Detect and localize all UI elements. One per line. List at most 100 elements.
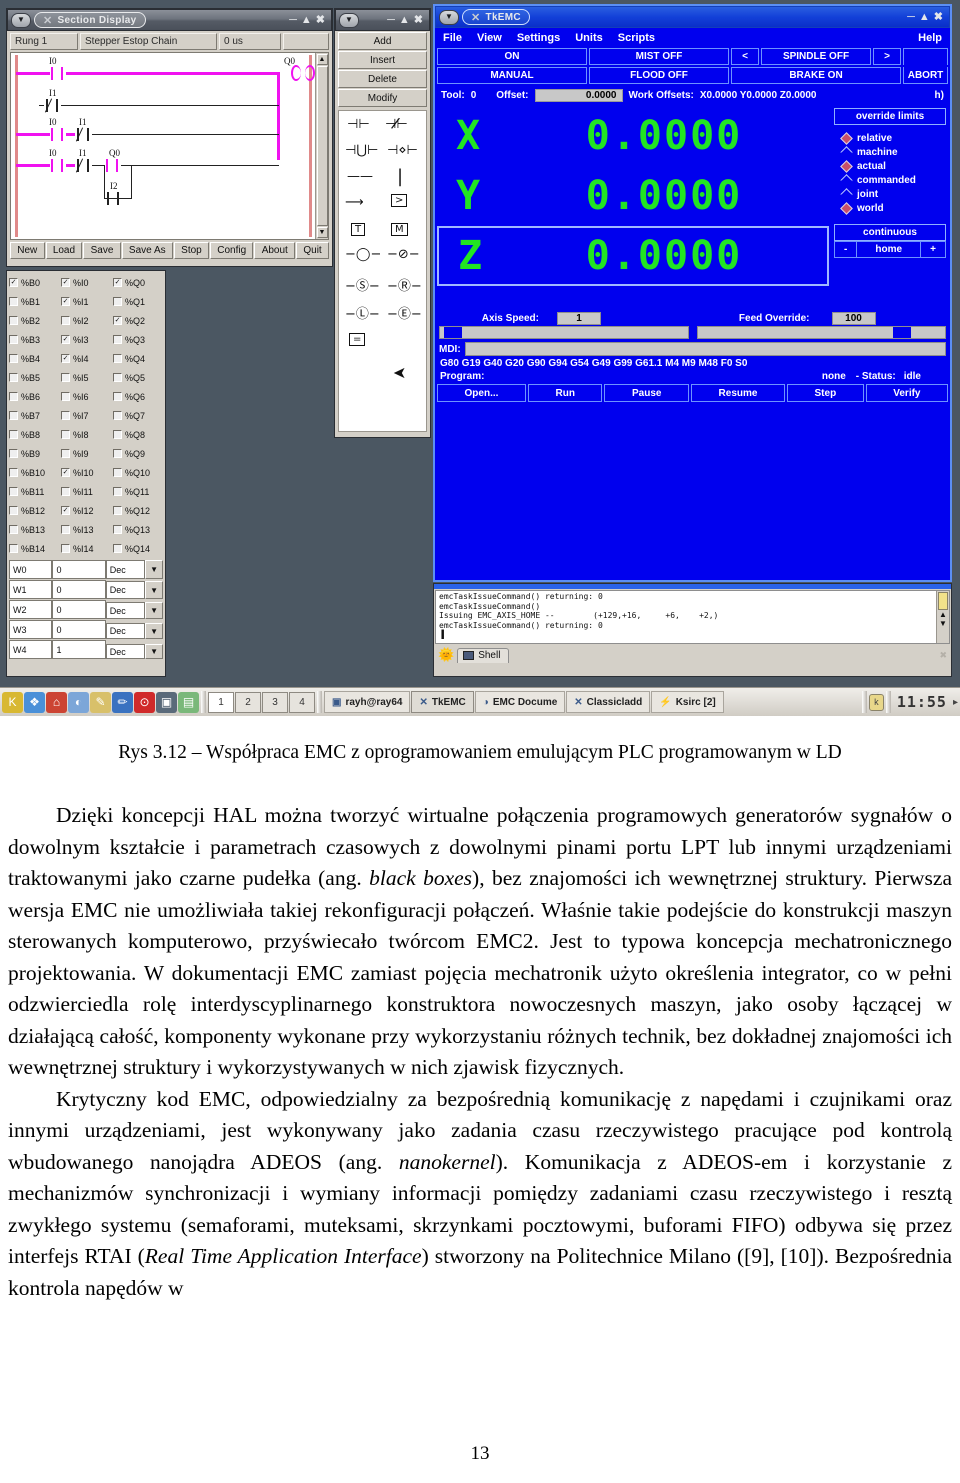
menu-file[interactable]: File (443, 32, 462, 44)
variable-bit-b[interactable]: %B14 (9, 544, 59, 554)
close-icon[interactable]: ✖ (934, 11, 943, 23)
pointer-tool-icon[interactable]: ➤ (393, 363, 406, 382)
offset-value[interactable]: 0.0000 (534, 89, 623, 102)
new-button[interactable]: New (10, 242, 45, 259)
jog-plus-button[interactable]: + (921, 241, 946, 258)
word-value[interactable]: 0 (52, 580, 106, 599)
ladder-canvas[interactable]: I0 Q0 I1 I0 I1 I0 I1 Q0 I2 (11, 53, 315, 239)
checkbox-checked-icon[interactable]: ✓ (61, 506, 70, 515)
taskbar-window-button[interactable]: ◑ EMC Docume (474, 691, 566, 713)
palette-titlebar[interactable]: ▼ ─ ▲ ✖ (335, 9, 430, 31)
coil-negated-icon[interactable]: −⊘− (387, 247, 420, 262)
mist-button[interactable]: MIST OFF (589, 48, 729, 65)
checkbox-icon[interactable] (9, 525, 18, 534)
dro-axis-z[interactable]: Z 0.0000 (437, 226, 829, 286)
taskbar-window-button[interactable]: ✕ Classicladd (566, 691, 651, 713)
checkbox-icon[interactable] (113, 468, 122, 477)
variable-bit-q[interactable]: %Q1 (113, 297, 163, 307)
variable-bit-b[interactable]: ✓ %B0 (9, 278, 59, 288)
checkbox-icon[interactable] (113, 430, 122, 439)
variable-bit-q[interactable]: %Q12 (113, 506, 163, 516)
variable-bit-q[interactable]: %Q13 (113, 525, 163, 535)
abort-button-top[interactable] (903, 48, 948, 65)
close-tab-icon[interactable]: ✖ (939, 650, 947, 661)
scroll-thumb[interactable] (938, 592, 948, 610)
radio-relative[interactable]: relative (840, 132, 946, 145)
checkbox-checked-icon[interactable]: ✓ (113, 278, 122, 287)
checkbox-checked-icon[interactable]: ✓ (61, 278, 70, 287)
checkbox-icon[interactable] (61, 449, 70, 458)
run-button[interactable]: Run (527, 384, 603, 402)
step-button[interactable]: Step (786, 384, 864, 402)
tkemc-titlebar[interactable]: ▼ ✕ TkEMC ─ ▲ ✖ (435, 6, 950, 28)
checkbox-icon[interactable] (113, 392, 122, 401)
variable-bit-i[interactable]: ✓ %I12 (61, 506, 111, 516)
variable-bit-q[interactable]: %Q5 (113, 373, 163, 383)
timer-block-icon[interactable]: T (351, 223, 366, 236)
terminal-titlebar[interactable] (434, 584, 951, 589)
checkbox-icon[interactable] (9, 335, 18, 344)
variable-bit-b[interactable]: %B1 (9, 297, 59, 307)
variable-bit-i[interactable]: %I5 (61, 373, 111, 383)
radio-icon[interactable] (840, 188, 853, 201)
contact-nc[interactable] (74, 127, 92, 142)
contact-no[interactable] (48, 67, 66, 80)
chevron-down-icon[interactable]: ▼ (145, 560, 163, 579)
taskbar-window-button[interactable]: ▣ rayh@ray64 (324, 691, 411, 713)
variable-bit-q[interactable]: %Q6 (113, 392, 163, 402)
word-value[interactable]: 0 (52, 620, 106, 639)
checkbox-icon[interactable] (9, 487, 18, 496)
checkbox-checked-icon[interactable]: ✓ (9, 278, 18, 287)
checkbox-icon[interactable] (61, 392, 70, 401)
axis-speed-value[interactable]: 1 (557, 312, 601, 325)
checkbox-icon[interactable] (113, 449, 122, 458)
show-desktop-icon[interactable]: ❖ (24, 691, 45, 713)
checkbox-icon[interactable] (9, 392, 18, 401)
variable-bit-i[interactable]: ✓ %I3 (61, 335, 111, 345)
about-button[interactable]: About (254, 242, 296, 259)
maximize-icon[interactable]: ▲ (399, 14, 410, 26)
variable-bit-b[interactable]: %B2 (9, 316, 59, 326)
scroll-up-icon[interactable]: ▲ (316, 54, 328, 65)
new-tab-icon[interactable]: 🌞 (438, 647, 454, 663)
desktop-2-button[interactable]: 2 (235, 691, 261, 713)
variable-bit-q[interactable]: %Q10 (113, 468, 163, 478)
open-button[interactable]: Open... (437, 384, 526, 402)
delete-button[interactable]: Delete (338, 70, 427, 88)
add-button[interactable]: Add (338, 32, 427, 50)
minimize-icon[interactable]: ─ (387, 14, 395, 26)
taskbar-window-button[interactable]: ✕ TkEMC (411, 691, 474, 713)
jog-home-button[interactable]: home (856, 241, 922, 258)
variable-bit-q[interactable]: %Q9 (113, 449, 163, 459)
variable-bit-i[interactable]: %I6 (61, 392, 111, 402)
maximize-icon[interactable]: ▲ (301, 14, 312, 26)
verify-button[interactable]: Verify (865, 384, 949, 402)
chevron-right-icon[interactable]: ▸ (953, 697, 958, 708)
checkbox-checked-icon[interactable]: ✓ (61, 297, 70, 306)
jog-minus-button[interactable]: - (834, 241, 857, 258)
minimize-icon[interactable]: ─ (289, 14, 297, 26)
checkbox-icon[interactable] (9, 544, 18, 553)
abort-button[interactable]: ABORT (903, 67, 948, 84)
radio-icon[interactable] (840, 146, 853, 159)
checkbox-icon[interactable] (113, 525, 122, 534)
word-format-select[interactable]: Dec (105, 644, 146, 659)
variable-bit-i[interactable]: ✓ %I1 (61, 297, 111, 307)
taskbar-window-button[interactable]: ⚡ Ksirc [2] (651, 691, 724, 713)
variable-bit-b[interactable]: %B10 (9, 468, 59, 478)
checkbox-icon[interactable] (113, 487, 122, 496)
coil-output[interactable] (291, 65, 315, 81)
resume-button[interactable]: Resume (691, 384, 785, 402)
contact-nc[interactable] (43, 98, 61, 113)
contact-nc[interactable] (74, 158, 92, 173)
cycle-time-field[interactable]: 0 us (219, 33, 281, 50)
k-menu-icon[interactable]: K (2, 691, 23, 713)
checkbox-checked-icon[interactable]: ✓ (61, 354, 70, 363)
menu-units[interactable]: Units (575, 32, 603, 44)
checkbox-icon[interactable] (9, 373, 18, 382)
checkbox-checked-icon[interactable]: ✓ (61, 468, 70, 477)
variable-bit-b[interactable]: %B5 (9, 373, 59, 383)
mode-button[interactable]: MANUAL (437, 67, 587, 84)
contact-rising-icon[interactable]: ⊣⋃⊢ (345, 143, 378, 158)
feed-override-value[interactable]: 100 (831, 312, 876, 325)
